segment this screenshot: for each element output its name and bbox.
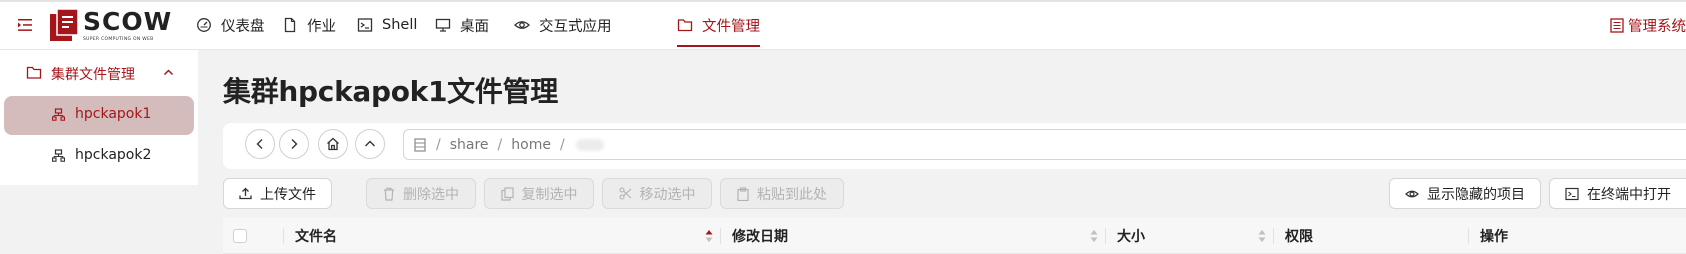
paste-here-label: 粘贴到此处 <box>757 186 827 203</box>
sidebar-group-cluster-files[interactable]: 集群文件管理 <box>0 50 198 96</box>
nav-shell-label: Shell <box>382 17 418 33</box>
nav-file-management-label: 文件管理 <box>702 18 760 35</box>
column-header-label: 操作 <box>1480 229 1508 245</box>
column-header-label: 修改日期 <box>732 229 788 245</box>
folder-icon <box>26 66 42 79</box>
nav-interactive-apps-label: 交互式应用 <box>539 18 612 35</box>
redacted-path-segment <box>575 138 604 151</box>
eye-icon <box>514 21 530 29</box>
trash-icon <box>384 187 394 201</box>
move-selected-label: 移动选中 <box>639 186 696 203</box>
path-input[interactable]: / share / home / <box>403 129 1686 160</box>
delete-selected-button[interactable]: 删除选中 <box>366 178 476 209</box>
chevron-right-icon <box>291 139 298 149</box>
nav-jobs-label: 作业 <box>307 18 336 35</box>
terminal-icon <box>357 18 373 32</box>
database-icon <box>414 137 426 152</box>
upload-icon <box>239 187 252 200</box>
file-table-header: 文件名 修改日期 大小 权限 操作 <box>223 218 1686 254</box>
menu-fold-icon[interactable] <box>16 16 34 34</box>
chevron-up-icon <box>163 69 174 76</box>
delete-selected-label: 删除选中 <box>403 186 459 203</box>
up-directory-button[interactable] <box>355 129 385 159</box>
path-toolbar: / share / home / <box>223 123 1686 169</box>
home-icon <box>327 137 339 151</box>
folder-icon <box>677 19 693 32</box>
path-segment[interactable]: share <box>450 137 489 153</box>
path-separator: / <box>559 136 565 153</box>
select-all-checkbox[interactable] <box>233 229 247 243</box>
logo[interactable]: SCOW SUPER COMPUTING ON WEB <box>50 8 171 43</box>
page-title: 集群hpckapok1文件管理 <box>223 75 558 108</box>
copy-icon <box>500 186 514 201</box>
sidebar-group-label: 集群文件管理 <box>51 67 135 83</box>
admin-system-link[interactable]: 管理系统 <box>1610 0 1686 50</box>
nav-desktop[interactable]: 桌面 <box>435 0 489 50</box>
sidebar-item-hpckapok2[interactable]: hpckapok2 <box>4 137 194 176</box>
sort-icon[interactable] <box>1090 229 1098 243</box>
column-header-modified-date[interactable]: 修改日期 <box>732 218 788 254</box>
scissors-icon <box>618 187 631 200</box>
forward-button[interactable] <box>279 129 309 159</box>
file-icon <box>284 17 296 33</box>
column-header-size[interactable]: 大小 <box>1117 218 1145 254</box>
copy-selected-button[interactable]: 复制选中 <box>484 178 594 209</box>
path-separator: / <box>497 136 503 153</box>
column-header-filename[interactable]: 文件名 <box>295 218 337 254</box>
column-divider <box>283 228 284 244</box>
chevron-left-icon <box>256 139 263 149</box>
logo-text: SCOW <box>83 7 173 36</box>
column-divider <box>720 228 721 244</box>
column-header-label: 权限 <box>1285 229 1313 245</box>
sort-icon[interactable] <box>1258 229 1266 243</box>
open-in-terminal-label: 在终端中打开 <box>1587 186 1671 203</box>
nav-dashboard-label: 仪表盘 <box>221 18 265 35</box>
dashboard-icon <box>197 18 211 32</box>
column-divider <box>1273 228 1274 244</box>
admin-system-label: 管理系统 <box>1628 18 1686 35</box>
sidebar-panel: 集群文件管理 hpckapok1 hpckapok2 <box>0 50 198 185</box>
home-button[interactable] <box>318 129 348 159</box>
column-header-permissions: 权限 <box>1285 218 1313 254</box>
sidebar-item-label: hpckapok1 <box>75 106 152 122</box>
show-hidden-items-button[interactable]: 显示隐藏的项目 <box>1389 178 1541 209</box>
cluster-icon <box>52 149 65 162</box>
show-hidden-items-label: 显示隐藏的项目 <box>1427 186 1525 203</box>
paste-here-button[interactable]: 粘贴到此处 <box>720 178 844 209</box>
open-in-terminal-button[interactable]: 在终端中打开 <box>1549 178 1686 209</box>
column-divider <box>1105 228 1106 244</box>
top-header: SCOW SUPER COMPUTING ON WEB 仪表盘 作业 Shell… <box>0 0 1686 50</box>
sidebar-item-hpckapok1[interactable]: hpckapok1 <box>4 96 194 135</box>
nav-interactive-apps[interactable]: 交互式应用 <box>514 0 612 50</box>
nav-file-management[interactable]: 文件管理 <box>677 0 760 50</box>
nav-desktop-label: 桌面 <box>460 18 489 35</box>
terminal-icon <box>1565 187 1579 200</box>
column-header-label: 大小 <box>1117 229 1145 245</box>
eye-icon <box>1405 190 1419 197</box>
admin-list-icon <box>1610 17 1624 33</box>
desktop-icon <box>435 18 451 32</box>
upload-file-button[interactable]: 上传文件 <box>223 178 332 209</box>
chevron-up-icon <box>365 140 375 147</box>
nav-dashboard[interactable]: 仪表盘 <box>196 0 265 50</box>
upload-file-label: 上传文件 <box>260 186 316 203</box>
cluster-icon <box>52 108 65 121</box>
logo-subtitle: SUPER COMPUTING ON WEB <box>83 37 154 42</box>
move-selected-button[interactable]: 移动选中 <box>602 178 712 209</box>
column-header-label: 文件名 <box>295 229 337 245</box>
path-segment[interactable]: home <box>511 137 551 153</box>
sidebar: 集群文件管理 hpckapok1 hpckapok2 <box>0 50 198 254</box>
back-button[interactable] <box>245 129 275 159</box>
sidebar-item-label: hpckapok2 <box>75 147 152 163</box>
column-divider <box>1468 228 1469 244</box>
copy-selected-label: 复制选中 <box>521 186 578 203</box>
clipboard-icon <box>737 186 749 201</box>
nav-shell[interactable]: Shell <box>357 0 417 50</box>
nav-jobs[interactable]: 作业 <box>282 0 336 50</box>
sort-icon[interactable] <box>705 229 713 243</box>
column-header-actions: 操作 <box>1480 218 1508 254</box>
logo-mark-icon <box>50 9 78 41</box>
path-separator: / <box>436 136 441 153</box>
